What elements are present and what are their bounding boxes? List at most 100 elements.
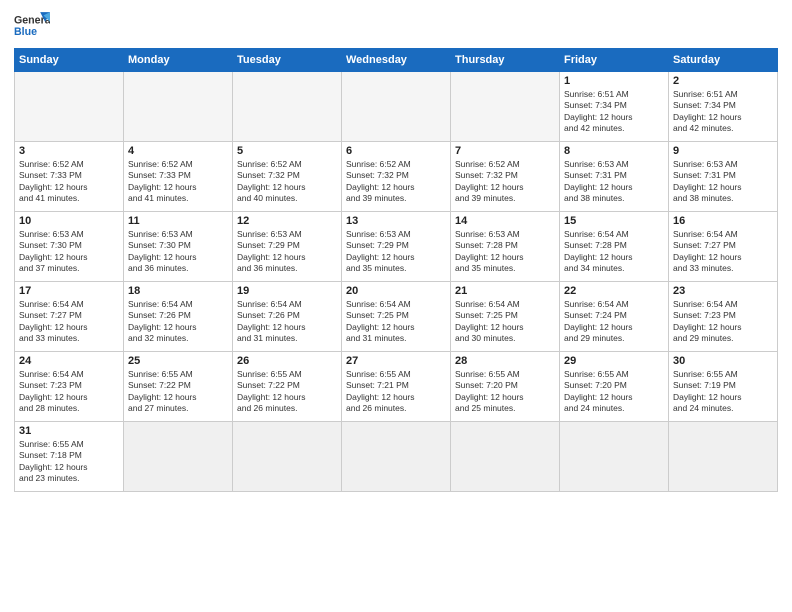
calendar-cell: 13Sunrise: 6:53 AM Sunset: 7:29 PM Dayli… <box>342 212 451 282</box>
calendar-cell: 27 Sunrise: 6:55 AM Sunset: 7:21 PM Dayli… <box>342 352 451 422</box>
day-number: 8 <box>564 145 664 157</box>
day-info: Sunrise: 6:54 AM Sunset: 7:25 PM Dayligh… <box>455 299 555 345</box>
day-number: 19 <box>237 285 337 297</box>
day-number: 21 <box>455 285 555 297</box>
calendar-cell <box>451 422 560 492</box>
calendar-cell: 12 Sunrise: 6:53 AM Sunset: 7:29 PM Dayli… <box>233 212 342 282</box>
page: General Blue SundayMondayTuesdayWednesda… <box>0 0 792 612</box>
calendar-cell <box>124 72 233 142</box>
day-number: 15 <box>564 215 664 227</box>
day-info: Sunrise: 6:52 AM Sunset: 7:33 PM Dayligh… <box>128 159 228 205</box>
calendar-cell <box>233 422 342 492</box>
day-number: 29 <box>564 355 664 367</box>
calendar-cell <box>560 422 669 492</box>
day-number: 13 <box>346 215 446 227</box>
weekday-header-thursday: Thursday <box>451 49 560 72</box>
calendar-cell <box>669 422 778 492</box>
day-info: Sunrise: 6:55 AM Sunset: 7:22 PM Dayligh… <box>128 369 228 415</box>
day-number: 30 <box>673 355 773 367</box>
calendar-cell: 31Sunrise: 6:55 AM Sunset: 7:18 PM Dayli… <box>15 422 124 492</box>
header: General Blue <box>14 10 778 42</box>
day-number: 7 <box>455 145 555 157</box>
day-info: Sunrise: 6:54 AM Sunset: 7:25 PM Dayligh… <box>346 299 446 345</box>
weekday-header-tuesday: Tuesday <box>233 49 342 72</box>
day-number: 16 <box>673 215 773 227</box>
calendar-cell: 19Sunrise: 6:54 AM Sunset: 7:26 PM Dayli… <box>233 282 342 352</box>
day-info: Sunrise: 6:55 AM Sunset: 7:19 PM Dayligh… <box>673 369 773 415</box>
day-number: 2 <box>673 75 773 87</box>
day-info: Sunrise: 6:55 AM Sunset: 7:18 PM Dayligh… <box>19 439 119 485</box>
day-info: Sunrise: 6:52 AM Sunset: 7:33 PM Dayligh… <box>19 159 119 205</box>
day-number: 25 <box>128 355 228 367</box>
day-number: 27 <box>346 355 446 367</box>
generalblue-logo-icon: General Blue <box>14 10 50 42</box>
calendar-cell: 3 Sunrise: 6:52 AM Sunset: 7:33 PM Daylig… <box>15 142 124 212</box>
weekday-header-monday: Monday <box>124 49 233 72</box>
day-info: Sunrise: 6:52 AM Sunset: 7:32 PM Dayligh… <box>346 159 446 205</box>
day-info: Sunrise: 6:55 AM Sunset: 7:20 PM Dayligh… <box>564 369 664 415</box>
day-info: Sunrise: 6:55 AM Sunset: 7:21 PM Dayligh… <box>346 369 446 415</box>
day-number: 17 <box>19 285 119 297</box>
day-info: Sunrise: 6:53 AM Sunset: 7:31 PM Dayligh… <box>673 159 773 205</box>
day-info: Sunrise: 6:52 AM Sunset: 7:32 PM Dayligh… <box>455 159 555 205</box>
calendar-week-5: 24 Sunrise: 6:54 AM Sunset: 7:23 PM Dayli… <box>15 352 778 422</box>
calendar-cell <box>342 422 451 492</box>
weekday-header-sunday: Sunday <box>15 49 124 72</box>
logo: General Blue <box>14 10 50 42</box>
calendar-cell: 9Sunrise: 6:53 AM Sunset: 7:31 PM Daylig… <box>669 142 778 212</box>
day-info: Sunrise: 6:51 AM Sunset: 7:34 PM Dayligh… <box>673 89 773 135</box>
calendar-cell <box>342 72 451 142</box>
calendar-cell: 1 Sunrise: 6:51 AM Sunset: 7:34 PM Daylig… <box>560 72 669 142</box>
day-info: Sunrise: 6:52 AM Sunset: 7:32 PM Dayligh… <box>237 159 337 205</box>
weekday-header-saturday: Saturday <box>669 49 778 72</box>
day-info: Sunrise: 6:54 AM Sunset: 7:23 PM Dayligh… <box>673 299 773 345</box>
day-info: Sunrise: 6:53 AM Sunset: 7:28 PM Dayligh… <box>455 229 555 275</box>
weekday-header-wednesday: Wednesday <box>342 49 451 72</box>
day-info: Sunrise: 6:54 AM Sunset: 7:27 PM Dayligh… <box>673 229 773 275</box>
day-info: Sunrise: 6:54 AM Sunset: 7:26 PM Dayligh… <box>128 299 228 345</box>
day-number: 24 <box>19 355 119 367</box>
calendar-cell <box>233 72 342 142</box>
calendar-week-4: 17 Sunrise: 6:54 AM Sunset: 7:27 PM Dayli… <box>15 282 778 352</box>
calendar-cell: 18 Sunrise: 6:54 AM Sunset: 7:26 PM Dayli… <box>124 282 233 352</box>
day-number: 20 <box>346 285 446 297</box>
calendar-cell: 2 Sunrise: 6:51 AM Sunset: 7:34 PM Daylig… <box>669 72 778 142</box>
day-info: Sunrise: 6:54 AM Sunset: 7:24 PM Dayligh… <box>564 299 664 345</box>
day-info: Sunrise: 6:54 AM Sunset: 7:28 PM Dayligh… <box>564 229 664 275</box>
day-number: 10 <box>19 215 119 227</box>
day-info: Sunrise: 6:53 AM Sunset: 7:31 PM Dayligh… <box>564 159 664 205</box>
calendar-cell: 4Sunrise: 6:52 AM Sunset: 7:33 PM Daylig… <box>124 142 233 212</box>
calendar-cell: 10 Sunrise: 6:53 AM Sunset: 7:30 PM Dayli… <box>15 212 124 282</box>
day-number: 6 <box>346 145 446 157</box>
calendar-cell: 28Sunrise: 6:55 AM Sunset: 7:20 PM Dayli… <box>451 352 560 422</box>
calendar-cell: 17 Sunrise: 6:54 AM Sunset: 7:27 PM Dayli… <box>15 282 124 352</box>
calendar-cell: 21 Sunrise: 6:54 AM Sunset: 7:25 PM Dayli… <box>451 282 560 352</box>
calendar-week-2: 3 Sunrise: 6:52 AM Sunset: 7:33 PM Daylig… <box>15 142 778 212</box>
day-number: 18 <box>128 285 228 297</box>
day-info: Sunrise: 6:53 AM Sunset: 7:30 PM Dayligh… <box>19 229 119 275</box>
calendar-cell: 25 Sunrise: 6:55 AM Sunset: 7:22 PM Dayli… <box>124 352 233 422</box>
day-number: 5 <box>237 145 337 157</box>
calendar-cell <box>15 72 124 142</box>
day-number: 12 <box>237 215 337 227</box>
calendar-cell: 16 Sunrise: 6:54 AM Sunset: 7:27 PM Dayli… <box>669 212 778 282</box>
calendar-week-6: 31Sunrise: 6:55 AM Sunset: 7:18 PM Dayli… <box>15 422 778 492</box>
calendar-cell <box>124 422 233 492</box>
calendar-cell: 30 Sunrise: 6:55 AM Sunset: 7:19 PM Dayli… <box>669 352 778 422</box>
calendar-cell: 23Sunrise: 6:54 AM Sunset: 7:23 PM Dayli… <box>669 282 778 352</box>
day-info: Sunrise: 6:53 AM Sunset: 7:29 PM Dayligh… <box>237 229 337 275</box>
calendar-cell: 29 Sunrise: 6:55 AM Sunset: 7:20 PM Dayli… <box>560 352 669 422</box>
day-number: 3 <box>19 145 119 157</box>
calendar-cell: 26Sunrise: 6:55 AM Sunset: 7:22 PM Dayli… <box>233 352 342 422</box>
calendar-cell: 11Sunrise: 6:53 AM Sunset: 7:30 PM Dayli… <box>124 212 233 282</box>
calendar-cell: 22Sunrise: 6:54 AM Sunset: 7:24 PM Dayli… <box>560 282 669 352</box>
day-number: 28 <box>455 355 555 367</box>
day-number: 1 <box>564 75 664 87</box>
calendar-week-1: 1 Sunrise: 6:51 AM Sunset: 7:34 PM Daylig… <box>15 72 778 142</box>
day-info: Sunrise: 6:51 AM Sunset: 7:34 PM Dayligh… <box>564 89 664 135</box>
calendar-table: SundayMondayTuesdayWednesdayThursdayFrid… <box>14 48 778 492</box>
day-number: 26 <box>237 355 337 367</box>
calendar-cell: 6 Sunrise: 6:52 AM Sunset: 7:32 PM Daylig… <box>342 142 451 212</box>
day-info: Sunrise: 6:54 AM Sunset: 7:27 PM Dayligh… <box>19 299 119 345</box>
day-info: Sunrise: 6:54 AM Sunset: 7:23 PM Dayligh… <box>19 369 119 415</box>
